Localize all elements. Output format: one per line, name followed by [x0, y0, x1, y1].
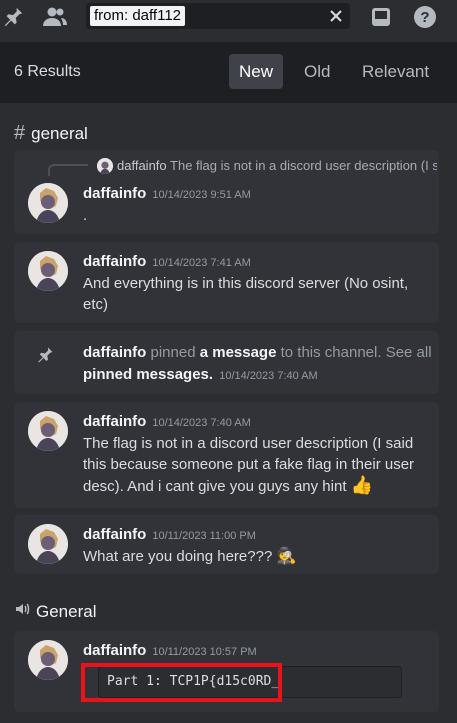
search-result-message[interactable]: daffainfo 10/11/2023 11:00 PM What are yo…	[14, 515, 439, 574]
speaker-icon	[14, 601, 30, 622]
tab-old[interactable]: Old	[294, 54, 340, 89]
search-result-message[interactable]: daffainfo 10/14/2023 7:40 AM The flag is …	[14, 402, 439, 508]
reply-preview[interactable]: daffainfo The flag is not in a discord u…	[117, 158, 437, 173]
message-text: What are you doing here???	[83, 548, 273, 565]
pin-icon-svg	[4, 7, 23, 27]
message-author[interactable]: daffainfo 10/11/2023 10:57 PM	[83, 642, 257, 659]
inbox-icon[interactable]	[368, 4, 394, 30]
message-timestamp: 10/14/2023 9:51 AM	[152, 189, 251, 201]
message-content: .	[83, 207, 88, 224]
pin-icon	[36, 346, 56, 366]
message-author[interactable]: daffainfo 10/14/2023 7:40 AM	[83, 413, 251, 430]
message-author[interactable]: daffainfo 10/11/2023 11:00 PM	[83, 526, 256, 543]
message-content: And everything is in this discord server…	[83, 275, 409, 313]
system-message-pinned[interactable]: daffainfo pinned a message to this chann…	[14, 331, 439, 394]
avatar[interactable]	[28, 524, 68, 564]
search-input[interactable]: from: daff112	[86, 3, 350, 29]
channel-name: General	[36, 601, 97, 621]
avatar[interactable]	[28, 183, 68, 223]
search-query[interactable]: from: daff112	[90, 6, 185, 26]
thumbs-up-emoji[interactable]: 👍	[351, 475, 373, 495]
period: .	[208, 366, 214, 383]
avatar[interactable]	[28, 411, 68, 451]
author-name[interactable]: daffainfo	[83, 253, 146, 270]
message-timestamp: 10/11/2023 11:00 PM	[152, 530, 256, 542]
members-icon-svg	[43, 7, 67, 26]
clear-search-icon[interactable]	[326, 6, 346, 26]
message-content: What are you doing here??? 🕵️	[83, 546, 425, 567]
text-channel-icon: #	[14, 122, 26, 144]
results-header: 6 Results New Old Relevant	[0, 42, 457, 103]
pinned-message-link[interactable]: a message	[200, 344, 277, 361]
top-bar: from: daff112 ?	[0, 0, 457, 42]
reply-avatar[interactable]	[97, 158, 113, 174]
channel-header-general-voice[interactable]: General	[14, 601, 96, 622]
pinned-word: pinned	[150, 344, 196, 361]
system-message-text: daffainfo pinned a message to this chann…	[83, 342, 433, 387]
pinned-middle-text: to this channel. See all	[280, 344, 432, 361]
message-author[interactable]: daffainfo 10/14/2023 9:51 AM	[83, 185, 251, 202]
svg-text:?: ?	[420, 9, 429, 26]
reply-connector	[48, 164, 88, 176]
pin-icon[interactable]	[0, 4, 26, 30]
channel-name: general	[31, 123, 88, 143]
message-timestamp: 10/14/2023 7:41 AM	[152, 257, 251, 269]
search-result-message[interactable]: daffainfo The flag is not in a discord u…	[14, 150, 439, 234]
search-result-message[interactable]: daffainfo 10/14/2023 7:41 AM And everythi…	[14, 242, 439, 323]
reply-author: daffainfo	[117, 158, 167, 173]
author-name[interactable]: daffainfo	[83, 185, 146, 202]
help-icon[interactable]: ?	[412, 4, 438, 30]
results-count: 6 Results	[14, 63, 81, 80]
message-timestamp: 10/11/2023 10:57 PM	[152, 646, 257, 658]
tab-new[interactable]: New	[229, 54, 284, 89]
avatar[interactable]	[28, 251, 68, 291]
message-timestamp: 10/14/2023 7:40 AM	[219, 370, 318, 382]
tab-relevant[interactable]: Relevant	[352, 54, 439, 89]
author-name[interactable]: daffainfo	[83, 344, 146, 361]
author-name[interactable]: daffainfo	[83, 642, 146, 659]
avatar[interactable]	[28, 640, 68, 680]
author-name[interactable]: daffainfo	[83, 413, 146, 430]
message-timestamp: 10/14/2023 7:40 AM	[152, 417, 251, 429]
pinned-messages-link[interactable]: pinned messages	[83, 366, 209, 383]
message-content: The flag is not in a discord user descri…	[83, 433, 425, 497]
channel-header-general[interactable]: # general	[14, 122, 88, 145]
reply-snippet: The flag is not in a discord user descri…	[170, 158, 437, 173]
highlight-box	[81, 663, 282, 702]
message-author[interactable]: daffainfo 10/14/2023 7:41 AM	[83, 253, 251, 270]
member-list-icon[interactable]	[42, 4, 68, 30]
author-name[interactable]: daffainfo	[83, 526, 146, 543]
detective-emoji[interactable]: 🕵️	[276, 548, 296, 565]
